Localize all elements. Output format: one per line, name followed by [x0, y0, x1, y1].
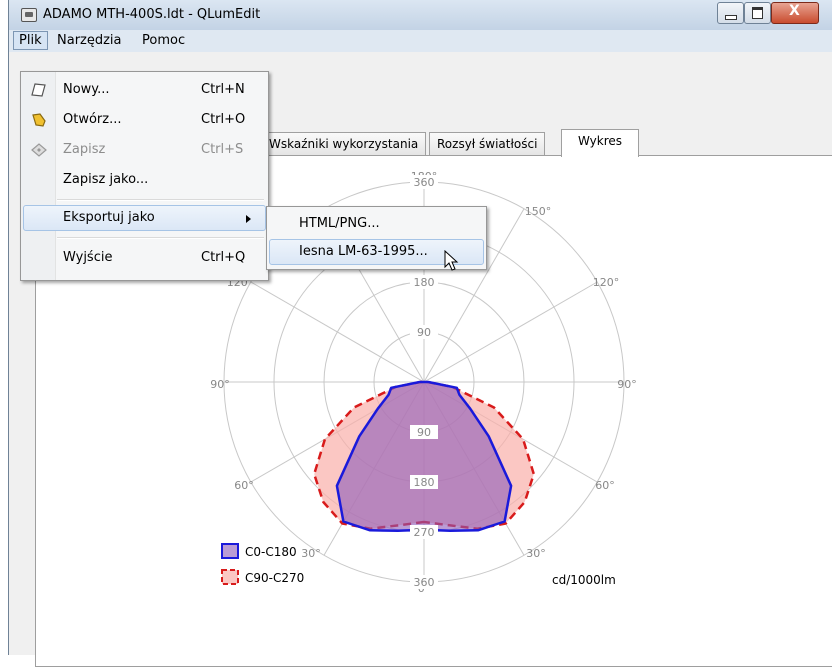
menu-separator [57, 199, 264, 201]
menu-label: HTML/PNG... [299, 216, 380, 231]
menu-label: Eksportuj jako [63, 210, 155, 225]
file-menu: Nowy... Ctrl+N Otwórz... Ctrl+O Zapisz C… [20, 71, 269, 281]
menu-separator [57, 237, 264, 239]
radial-tick-label: 90 [417, 426, 431, 439]
grid-spoke [423, 281, 598, 383]
mouse-cursor-icon [444, 250, 459, 271]
radial-tick-label: 270 [414, 526, 435, 539]
radial-tick-label: 180 [414, 476, 435, 489]
chart-legend: C0-C180 C90-C270 [221, 543, 304, 585]
menu-item-html-png[interactable]: HTML/PNG... [269, 211, 484, 237]
tab-wykres[interactable]: Wykres [561, 129, 639, 157]
menu-label: Zapisz [63, 142, 106, 157]
angle-label-lower-right: 60° [595, 479, 615, 492]
legend-label-c90: C90-C270 [245, 571, 304, 585]
open-folder-icon [32, 113, 46, 127]
angle-label-right: 90° [617, 378, 637, 391]
menu-item-nowy[interactable]: Nowy... Ctrl+N [23, 77, 266, 103]
menu-shortcut: Ctrl+O [201, 112, 246, 127]
angle-label-lower-left: 60° [234, 479, 254, 492]
grid-spoke [250, 281, 425, 383]
menu-item-eksportuj[interactable]: Eksportuj jako [23, 205, 266, 231]
radial-tick-label: 90 [417, 326, 431, 339]
radial-tick-label: 360 [414, 176, 435, 189]
submenu-arrow-icon [246, 215, 251, 223]
angle-label-left: 90° [210, 378, 230, 391]
new-document-icon [31, 83, 46, 97]
menu-label: Nowy... [63, 82, 110, 97]
legend-label-c0: C0-C180 [245, 545, 297, 559]
menu-label: Wyjście [63, 250, 113, 265]
angle-label-mid-upper-right: 120° [593, 276, 620, 289]
menu-shortcut: Ctrl+Q [201, 250, 246, 265]
radial-tick-label: 180 [414, 276, 435, 289]
menu-label: Iesna LM-63-1995... [299, 244, 428, 259]
legend-swatch-c0 [221, 543, 239, 559]
menu-item-otworz[interactable]: Otwórz... Ctrl+O [23, 107, 266, 133]
menu-label: Otwórz... [63, 112, 122, 127]
menu-label: Zapisz jako... [63, 172, 149, 187]
angle-label-bottom-left: 30° [301, 547, 321, 560]
radial-tick-label: 360 [414, 576, 435, 589]
save-icon [31, 143, 47, 157]
unit-label: cd/1000lm [552, 573, 616, 587]
legend-swatch-c90 [221, 569, 239, 585]
menu-shortcut: Ctrl+S [201, 142, 244, 157]
menu-shortcut: Ctrl+N [201, 82, 245, 97]
menu-item-zapisz-jako[interactable]: Zapisz jako... [23, 167, 266, 193]
menu-item-zapisz[interactable]: Zapisz Ctrl+S [23, 137, 266, 163]
angle-label-upper-right: 150° [525, 205, 552, 218]
chart-series [312, 380, 536, 533]
menu-item-wyjscie[interactable]: Wyjście Ctrl+Q [23, 245, 266, 271]
angle-label-bottom-right: 30° [526, 547, 546, 560]
